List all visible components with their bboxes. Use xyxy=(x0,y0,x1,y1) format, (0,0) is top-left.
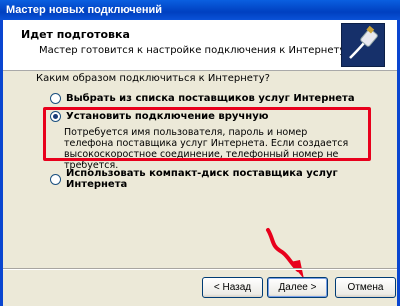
cancel-button[interactable]: Отмена xyxy=(335,277,396,298)
next-button[interactable]: Далее > xyxy=(267,277,328,298)
back-button[interactable]: < Назад xyxy=(202,277,263,298)
bottom-separator xyxy=(3,268,397,270)
red-arrow-icon xyxy=(266,228,304,279)
